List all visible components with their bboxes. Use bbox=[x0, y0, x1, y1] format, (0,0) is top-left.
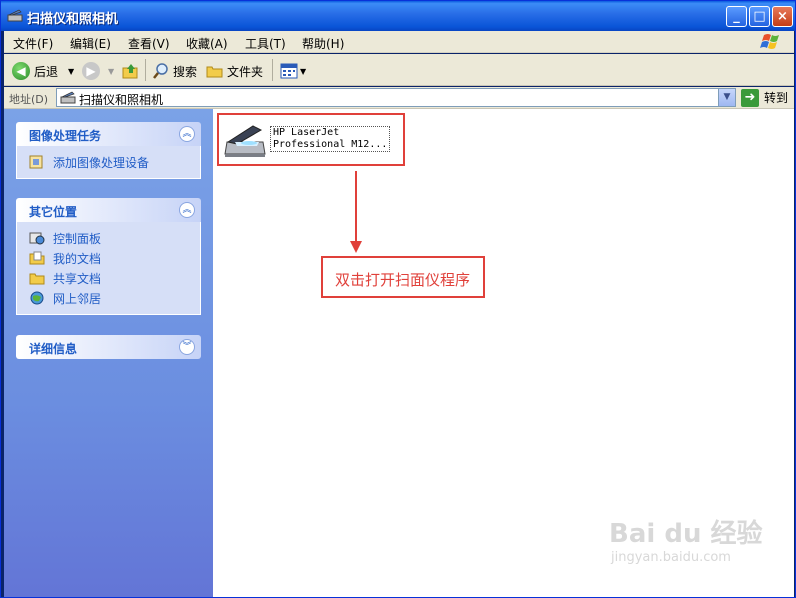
control-panel-link[interactable]: 控制面板 bbox=[29, 228, 200, 248]
collapse-up-icon[interactable]: ︽ bbox=[179, 126, 195, 142]
imaging-tasks-body: 添加图像处理设备 bbox=[16, 146, 201, 179]
up-folder-button[interactable] bbox=[122, 60, 140, 82]
my-documents-link[interactable]: 我的文档 bbox=[29, 248, 200, 268]
go-label: 转到 bbox=[764, 91, 789, 105]
task-pane: 图像处理任务 ︽ 添加图像处理设备 其它位置 ︽ 控制面板 我的文档 共享文档 … bbox=[4, 109, 213, 597]
toolbar: ◀ 后退 ▼ ▶ ▼ 搜索 文件夹 ▼ bbox=[4, 54, 794, 86]
windows-logo-icon bbox=[760, 34, 779, 49]
network-places-link[interactable]: 网上邻居 bbox=[29, 288, 200, 308]
my-documents-icon bbox=[29, 251, 45, 265]
device-label-line: HP LaserJet bbox=[273, 127, 340, 138]
scanner-device-item[interactable]: HP LaserJet Professional M12... bbox=[217, 113, 405, 166]
add-imaging-device-link[interactable]: 添加图像处理设备 bbox=[29, 152, 200, 172]
annotation-text: 双击打开扫面仪程序 bbox=[335, 271, 471, 289]
forward-button[interactable]: ▶ ▼ bbox=[82, 60, 114, 82]
back-dropdown-icon[interactable]: ▼ bbox=[68, 67, 74, 76]
folders-label: 文件夹 bbox=[227, 64, 264, 79]
scanner-icon bbox=[224, 125, 266, 157]
menu-favorites[interactable]: 收藏(A) bbox=[186, 35, 228, 52]
toolbar-separator bbox=[145, 59, 146, 81]
other-places-body: 控制面板 我的文档 共享文档 网上邻居 bbox=[16, 222, 201, 315]
menu-bar: 文件(F) 编辑(E) 查看(V) 收藏(A) 工具(T) 帮助(H) bbox=[4, 31, 794, 53]
go-button[interactable]: ➜ 转到 bbox=[741, 88, 788, 107]
link-label: 我的文档 bbox=[53, 251, 102, 266]
watermark-main: Bai du 经验 bbox=[609, 519, 763, 549]
link-label: 共享文档 bbox=[53, 271, 102, 286]
expand-down-icon[interactable]: ︾ bbox=[179, 339, 195, 355]
back-button[interactable]: ◀ 后退 ▼ bbox=[12, 60, 74, 82]
search-icon bbox=[153, 63, 168, 79]
other-places-header[interactable]: 其它位置 ︽ bbox=[16, 198, 201, 222]
link-label: 添加图像处理设备 bbox=[53, 155, 150, 170]
search-button[interactable]: 搜索 bbox=[152, 60, 197, 82]
shared-folder-icon bbox=[29, 273, 45, 285]
device-label-line: Professional M12... bbox=[273, 139, 388, 150]
baidu-watermark: Bai du 经验 jingyan.baidu.com bbox=[609, 513, 763, 565]
link-label: 控制面板 bbox=[53, 231, 102, 246]
add-device-icon bbox=[29, 155, 43, 169]
scanner-small-icon bbox=[7, 9, 23, 22]
menu-help[interactable]: 帮助(H) bbox=[302, 35, 344, 52]
search-label: 搜索 bbox=[173, 64, 198, 79]
close-button[interactable]: × bbox=[772, 6, 793, 27]
forward-dropdown-icon[interactable]: ▼ bbox=[108, 67, 114, 76]
panel-title: 详细信息 bbox=[29, 342, 78, 356]
menu-edit[interactable]: 编辑(E) bbox=[70, 35, 111, 52]
menu-tools[interactable]: 工具(T) bbox=[245, 35, 286, 52]
file-view: HP LaserJet Professional M12... 双击打开扫面仪程… bbox=[213, 109, 794, 597]
title-bar[interactable]: 扫描仪和照相机 _ □ × bbox=[1, 1, 795, 31]
maximize-button[interactable]: □ bbox=[749, 6, 770, 27]
toolbar-separator bbox=[272, 59, 273, 81]
imaging-tasks-panel: 图像处理任务 ︽ 添加图像处理设备 bbox=[16, 122, 201, 179]
explorer-window: 扫描仪和照相机 _ □ × 文件(F) 编辑(E) 查看(V) 收藏(A) 工具… bbox=[0, 0, 796, 598]
folder-icon bbox=[206, 66, 223, 78]
back-label: 后退 bbox=[34, 64, 59, 79]
address-value: 扫描仪和照相机 bbox=[79, 93, 164, 107]
scanner-small-icon bbox=[60, 91, 76, 104]
minimize-button[interactable]: _ bbox=[726, 6, 747, 27]
annotation-arrow bbox=[355, 171, 357, 249]
link-label: 网上邻居 bbox=[53, 291, 102, 306]
annotation-callout: 双击打开扫面仪程序 bbox=[321, 256, 485, 298]
window-title: 扫描仪和照相机 bbox=[27, 12, 119, 27]
details-header[interactable]: 详细信息 ︾ bbox=[16, 335, 201, 359]
shared-documents-link[interactable]: 共享文档 bbox=[29, 268, 200, 288]
collapse-up-icon[interactable]: ︽ bbox=[179, 202, 195, 218]
views-dropdown-icon: ▼ bbox=[300, 66, 307, 76]
control-panel-icon bbox=[29, 232, 45, 245]
menu-view[interactable]: 查看(V) bbox=[128, 35, 170, 52]
other-places-panel: 其它位置 ︽ 控制面板 我的文档 共享文档 网上邻居 bbox=[16, 198, 201, 315]
annotation-arrow-head bbox=[350, 241, 362, 253]
folders-button[interactable]: 文件夹 bbox=[206, 60, 263, 82]
details-panel: 详细信息 ︾ bbox=[16, 335, 201, 359]
scanner-device-label: HP LaserJet Professional M12... bbox=[270, 126, 391, 152]
forward-arrow-icon: ▶ bbox=[82, 62, 100, 80]
watermark-sub: jingyan.baidu.com bbox=[611, 550, 731, 565]
up-folder-icon bbox=[122, 64, 138, 79]
address-dropdown-icon[interactable]: ▼ bbox=[718, 89, 735, 106]
views-button[interactable]: ▼ bbox=[280, 60, 306, 82]
views-icon bbox=[280, 63, 298, 79]
address-bar: 地址(D) 扫描仪和照相机 ▼ ➜ 转到 bbox=[4, 87, 794, 109]
go-arrow-icon: ➜ bbox=[741, 88, 759, 107]
menu-file[interactable]: 文件(F) bbox=[13, 35, 53, 52]
back-arrow-icon: ◀ bbox=[12, 62, 30, 80]
address-label: 地址(D) bbox=[9, 93, 49, 106]
address-input[interactable]: 扫描仪和照相机 ▼ bbox=[56, 88, 736, 107]
panel-title: 图像处理任务 bbox=[29, 129, 102, 143]
imaging-tasks-header[interactable]: 图像处理任务 ︽ bbox=[16, 122, 201, 146]
panel-title: 其它位置 bbox=[29, 205, 78, 219]
network-globe-icon bbox=[30, 291, 44, 305]
